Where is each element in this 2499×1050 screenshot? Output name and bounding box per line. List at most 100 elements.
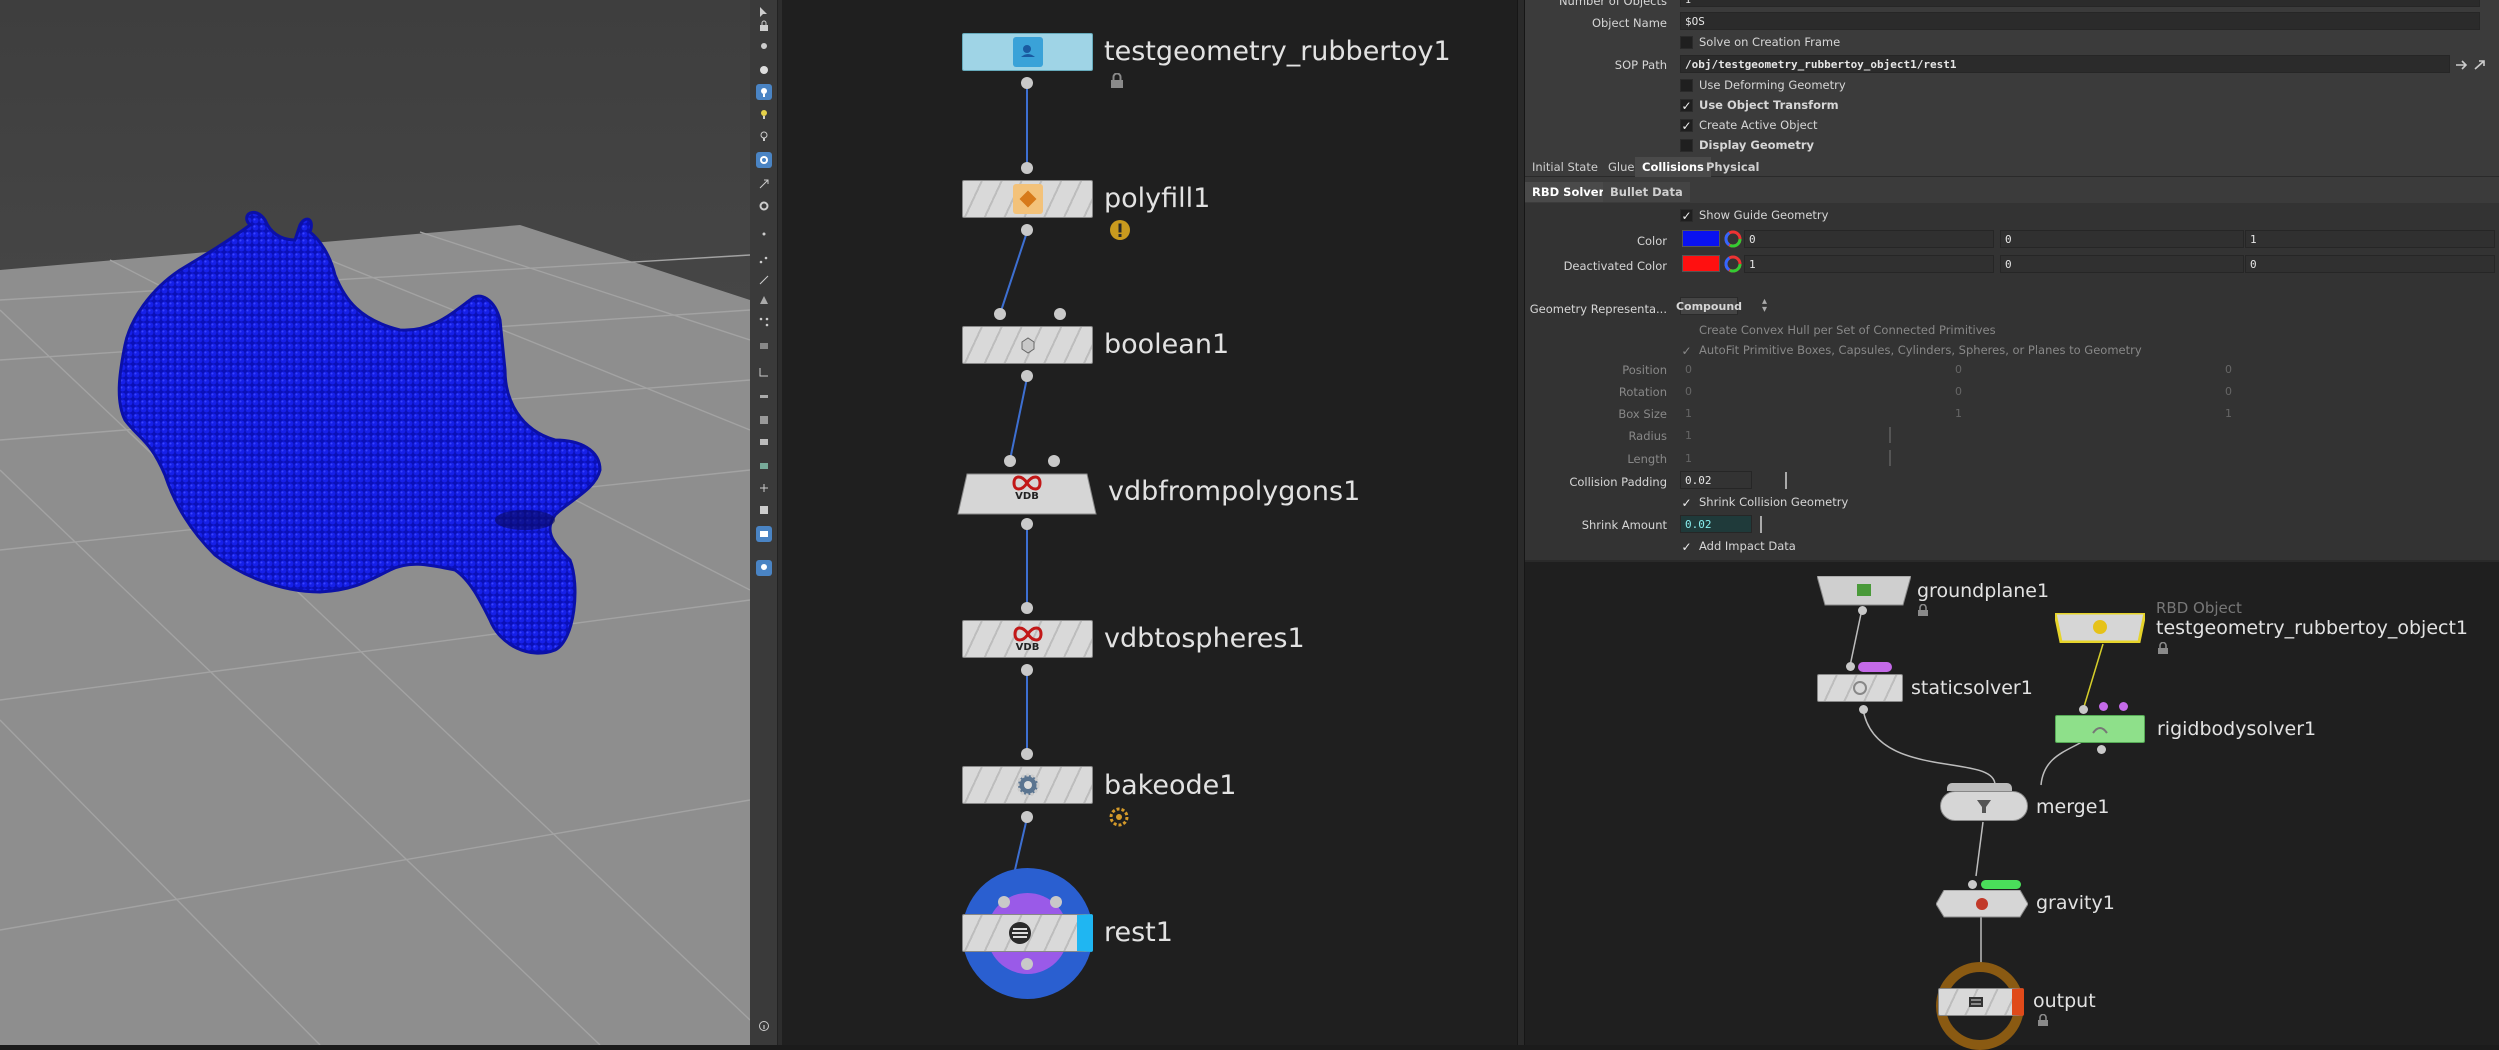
- tab-physical[interactable]: Physical: [1699, 157, 1766, 177]
- texture-icon[interactable]: [756, 412, 772, 428]
- dop-node-staticsolver[interactable]: [1817, 674, 1903, 702]
- output-pin[interactable]: [1021, 811, 1033, 823]
- tab-rbd-solver[interactable]: RBD Solver: [1525, 182, 1612, 202]
- autofit-checkbox[interactable]: ✓: [1680, 344, 1693, 358]
- shrink-amount-field[interactable]: 0.02: [1680, 515, 1752, 533]
- input-pin[interactable]: [1021, 748, 1033, 760]
- frame-icon[interactable]: [756, 364, 772, 380]
- output-pin[interactable]: [1021, 77, 1033, 89]
- boxsize-y-field[interactable]: 1: [1952, 404, 1962, 422]
- dop-node-label[interactable]: testgeometry_rubbertoy_object1: [2156, 617, 2468, 639]
- sop-node-bakeode[interactable]: [962, 766, 1093, 804]
- output-pin[interactable]: [1021, 518, 1033, 530]
- output-pin[interactable]: [1021, 370, 1033, 382]
- rotation-z-field[interactable]: 0: [2222, 382, 2232, 400]
- tab-bullet-data[interactable]: Bullet Data: [1603, 182, 1690, 202]
- dop-node-label[interactable]: gravity1: [2036, 892, 2115, 914]
- color-g-field[interactable]: 0: [2000, 230, 2244, 248]
- sop-node-vdbtospheres[interactable]: VDB: [962, 620, 1093, 658]
- dop-node-label[interactable]: groundplane1: [1917, 580, 2049, 602]
- deact-r-field[interactable]: 1: [1744, 255, 1994, 273]
- dop-node-rigidbodysolver[interactable]: [2055, 715, 2145, 743]
- dot-icon[interactable]: [756, 226, 772, 242]
- slider-handle[interactable]: [1889, 427, 1891, 443]
- sop-node-polyfill[interactable]: [962, 180, 1093, 218]
- input-pin[interactable]: [1050, 896, 1062, 908]
- input-pin[interactable]: [998, 896, 1010, 908]
- output-pin[interactable]: [1021, 664, 1033, 676]
- menu-arrows-icon[interactable]: ▴ ▾: [1762, 297, 1767, 315]
- sop-network-editor[interactable]: testgeometry_rubbertoy1 polyfill1 boolea…: [782, 0, 1522, 1045]
- sop-node-label[interactable]: polyfill1: [1104, 183, 1210, 214]
- rotation-y-field[interactable]: 0: [1952, 382, 1962, 400]
- handle-icon[interactable]: [756, 480, 772, 496]
- display-geometry-checkbox[interactable]: [1680, 139, 1693, 152]
- sop-node-label[interactable]: rest1: [1104, 917, 1173, 948]
- position-z-field[interactable]: 0: [2222, 360, 2232, 378]
- brush-icon[interactable]: [756, 388, 772, 404]
- gear-icon[interactable]: [756, 198, 772, 214]
- collision-padding-field[interactable]: 0.02: [1680, 471, 1752, 489]
- position-y-field[interactable]: 0: [1952, 360, 1962, 378]
- dop-node-output[interactable]: [1938, 988, 2024, 1016]
- input-pin[interactable]: [2119, 702, 2128, 711]
- vertex-icon[interactable]: [756, 314, 772, 330]
- solve-on-creation-checkbox[interactable]: [1680, 36, 1693, 49]
- input-pin[interactable]: [1054, 308, 1066, 320]
- sop-node-label[interactable]: testgeometry_rubbertoy1: [1104, 36, 1451, 67]
- input-pin[interactable]: [1968, 880, 1977, 889]
- dop-node-label[interactable]: output: [2033, 990, 2096, 1012]
- deact-b-field[interactable]: 0: [2245, 255, 2495, 273]
- dop-node-label[interactable]: rigidbodysolver1: [2157, 718, 2316, 740]
- dop-node-gravity[interactable]: [1936, 890, 2028, 918]
- radius-field[interactable]: 1: [1682, 426, 1692, 444]
- color-wheel-icon[interactable]: [1724, 255, 1742, 273]
- dop-node-label[interactable]: staticsolver1: [1911, 677, 2033, 699]
- lock-icon[interactable]: [2037, 1014, 2049, 1027]
- view-icon[interactable]: [756, 526, 772, 542]
- dop-node-rbd-object[interactable]: [2053, 611, 2147, 644]
- output-pin[interactable]: [2097, 745, 2106, 754]
- input-pin[interactable]: [1021, 602, 1033, 614]
- tab-initial-state[interactable]: Initial State: [1525, 157, 1605, 177]
- input-pin[interactable]: [2079, 705, 2088, 714]
- scale-icon[interactable]: [756, 176, 772, 192]
- use-object-transform-checkbox[interactable]: ✓: [1680, 99, 1693, 113]
- bulb-icon[interactable]: [756, 106, 772, 122]
- input-pin[interactable]: [1021, 162, 1033, 174]
- boxsize-z-field[interactable]: 1: [2222, 404, 2232, 422]
- warning-icon[interactable]: [1109, 219, 1131, 241]
- sop-node-label[interactable]: vdbtospheres1: [1104, 623, 1305, 654]
- sop-node-label[interactable]: boolean1: [1104, 329, 1229, 360]
- pin-icon[interactable]: [756, 560, 772, 576]
- pane-divider[interactable]: [1517, 0, 1525, 1045]
- sop-node-testgeometry[interactable]: [962, 33, 1093, 71]
- sop-node-label[interactable]: vdbfrompolygons1: [1108, 476, 1360, 507]
- lock-icon[interactable]: [1110, 73, 1124, 89]
- dop-node-merge[interactable]: [1940, 791, 2028, 821]
- color-r-field[interactable]: 0: [1744, 230, 1994, 248]
- node-chooser-icon[interactable]: [2454, 58, 2470, 72]
- input-pin[interactable]: [2099, 702, 2108, 711]
- lock-icon[interactable]: [756, 18, 772, 34]
- bulb-off-icon[interactable]: [756, 128, 772, 144]
- color-b-field[interactable]: 1: [2245, 230, 2495, 248]
- create-active-checkbox[interactable]: ✓: [1680, 119, 1693, 133]
- sop-path-field[interactable]: /obj/testgeometry_rubbertoy_object1/rest…: [1680, 55, 2450, 73]
- dop-node-groundplane[interactable]: [1817, 576, 1911, 606]
- dop-node-label[interactable]: merge1: [2036, 796, 2110, 818]
- light-icon[interactable]: [756, 84, 772, 100]
- output-pin[interactable]: [1021, 224, 1033, 236]
- input-pin[interactable]: [1846, 662, 1855, 671]
- output-pin[interactable]: [1858, 606, 1867, 615]
- input-pin[interactable]: [1004, 455, 1016, 467]
- position-x-field[interactable]: 0: [1682, 360, 1692, 378]
- sop-node-rest[interactable]: [962, 914, 1093, 952]
- length-field[interactable]: 1: [1682, 449, 1692, 467]
- sop-node-boolean[interactable]: [962, 326, 1093, 364]
- output-pin[interactable]: [1859, 705, 1868, 714]
- slider-handle[interactable]: [1760, 516, 1762, 533]
- dop-network-editor[interactable]: groundplane1 RBD Object testgeometry_rub…: [1525, 560, 2499, 1050]
- slider-handle[interactable]: [1889, 450, 1891, 466]
- number-of-objects-field[interactable]: 1: [1680, 0, 2480, 7]
